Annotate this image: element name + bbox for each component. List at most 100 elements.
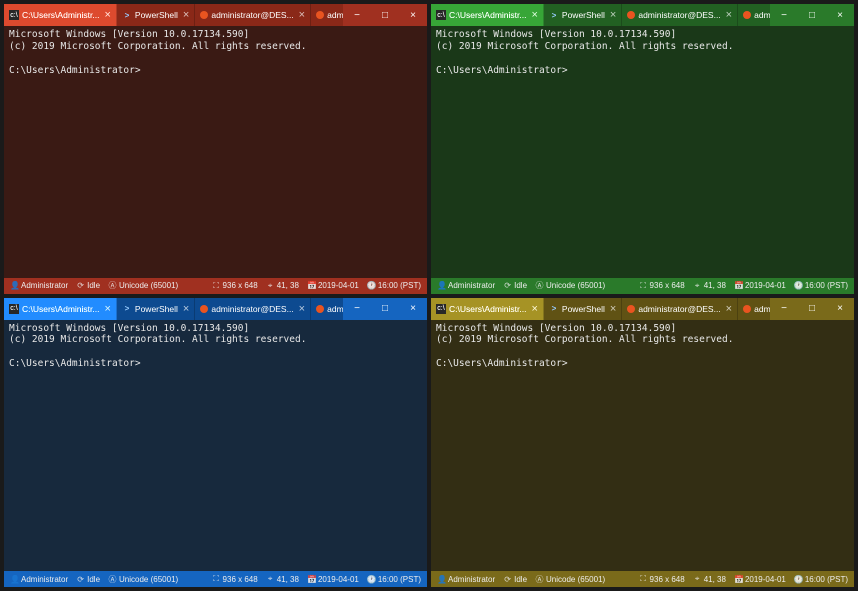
tab-label: administrator@DES... — [638, 304, 720, 314]
tab-powershell[interactable]: >PowerShell × — [544, 4, 622, 26]
tab-label: PowerShell — [135, 304, 178, 314]
close-tab-icon[interactable]: × — [726, 303, 732, 315]
status-time: 🕐16:00 (PST) — [794, 281, 848, 291]
minimize-button[interactable]: − — [770, 303, 798, 314]
terminal-window-blue: c:\C:\Users\Administr...× >PowerShell× a… — [4, 298, 427, 588]
activity-icon: ⟳ — [503, 575, 512, 584]
titlebar[interactable]: c:\C:\Users\Administr...× >PowerShell× a… — [431, 298, 854, 320]
status-time: 🕐16:00 (PST) — [794, 574, 848, 584]
minimize-button[interactable]: − — [343, 10, 371, 21]
close-tab-icon[interactable]: × — [726, 9, 732, 21]
user-icon: 👤 — [10, 281, 19, 290]
close-tab-icon[interactable]: × — [183, 9, 189, 21]
close-tab-icon[interactable]: × — [531, 9, 537, 21]
maximize-button[interactable]: □ — [371, 10, 399, 21]
calendar-icon: 📅 — [734, 575, 743, 584]
tab-powershell[interactable]: >PowerShell× — [544, 298, 622, 320]
calendar-icon: 📅 — [307, 281, 316, 290]
terminal-line: (c) 2019 Microsoft Corporation. All righ… — [436, 334, 849, 346]
status-activity: ⟳Idle — [76, 281, 100, 290]
powershell-icon: > — [122, 10, 132, 20]
ubuntu-icon — [316, 305, 324, 313]
tab-ubuntu-1[interactable]: administrator@DES... × — [195, 298, 311, 320]
tab-powershell[interactable]: >PowerShell× — [117, 298, 195, 320]
size-icon: ⛶ — [639, 574, 648, 584]
close-tab-icon[interactable]: × — [104, 9, 110, 21]
powershell-icon: > — [549, 10, 559, 20]
tab-label: C:\Users\Administr... — [22, 10, 99, 20]
tab-label: administrator@DES... — [754, 304, 770, 314]
terminal-line — [9, 53, 422, 65]
ubuntu-icon — [627, 11, 635, 19]
ubuntu-icon — [200, 11, 208, 19]
tab-label: C:\Users\Administr... — [22, 304, 99, 314]
powershell-icon: > — [549, 304, 559, 314]
tab-label: C:\Users\Administr... — [449, 10, 526, 20]
terminal-line: (c) 2019 Microsoft Corporation. All righ… — [9, 41, 422, 53]
terminal-body[interactable]: Microsoft Windows [Version 10.0.17134.59… — [431, 320, 854, 572]
close-tab-icon[interactable]: × — [610, 9, 616, 21]
tab-ubuntu-2[interactable]: administrator@DES...× — [311, 4, 343, 26]
minimize-button[interactable]: − — [343, 303, 371, 314]
tab-label: administrator@DES... — [754, 10, 770, 20]
tab-ubuntu-2[interactable]: administrator@DES...× — [738, 298, 770, 320]
close-window-button[interactable]: × — [826, 10, 854, 21]
encoding-icon: Ⓐ — [108, 574, 117, 585]
close-tab-icon[interactable]: × — [104, 303, 110, 315]
terminal-window-red: c:\C:\Users\Administr...× >PowerShell× a… — [4, 4, 427, 294]
tab-ubuntu-1[interactable]: administrator@DES... × — [195, 4, 311, 26]
terminal-prompt: C:\Users\Administrator> — [436, 358, 849, 370]
tab-ubuntu-2[interactable]: administrator@DES...× — [311, 298, 343, 320]
close-tab-icon[interactable]: × — [531, 303, 537, 315]
terminal-body[interactable]: Microsoft Windows [Version 10.0.17134.59… — [4, 320, 427, 572]
terminal-line: Microsoft Windows [Version 10.0.17134.59… — [9, 323, 422, 335]
status-date: 📅2019-04-01 — [734, 281, 786, 291]
close-tab-icon[interactable]: × — [299, 303, 305, 315]
tab-cmd[interactable]: c:\C:\Users\Administr...× — [431, 4, 544, 26]
close-window-button[interactable]: × — [826, 303, 854, 314]
tab-ubuntu-1[interactable]: administrator@DES...× — [622, 4, 738, 26]
clock-icon: 🕐 — [367, 281, 376, 290]
window-controls: − □ × — [343, 303, 427, 314]
tab-label: administrator@DES... — [211, 10, 293, 20]
minimize-button[interactable]: − — [770, 10, 798, 21]
close-window-button[interactable]: × — [399, 303, 427, 314]
status-date: 📅2019-04-01 — [307, 574, 359, 584]
tab-cmd[interactable]: c:\C:\Users\Administr...× — [4, 4, 117, 26]
tab-ubuntu-1[interactable]: administrator@DES... × — [622, 298, 738, 320]
tab-powershell[interactable]: >PowerShell× — [117, 4, 195, 26]
titlebar[interactable]: c:\C:\Users\Administr...× >PowerShell× a… — [4, 4, 427, 26]
ubuntu-icon — [743, 305, 751, 313]
status-size: ⛶936 x 648 — [639, 281, 685, 291]
close-window-button[interactable]: × — [399, 10, 427, 21]
tab-strip: c:\C:\Users\Administr...× >PowerShell× a… — [431, 4, 770, 26]
status-size: ⛶936 x 648 — [639, 574, 685, 584]
maximize-button[interactable]: □ — [798, 303, 826, 314]
terminal-body[interactable]: Microsoft Windows [Version 10.0.17134.59… — [431, 26, 854, 278]
status-user: 👤Administrator — [10, 281, 68, 290]
close-tab-icon[interactable]: × — [610, 303, 616, 315]
status-activity: ⟳Idle — [503, 281, 527, 290]
titlebar[interactable]: c:\C:\Users\Administr...× >PowerShell× a… — [431, 4, 854, 26]
size-icon: ⛶ — [212, 574, 221, 584]
terminal-body[interactable]: Microsoft Windows [Version 10.0.17134.59… — [4, 26, 427, 278]
encoding-icon: Ⓐ — [108, 280, 117, 291]
user-icon: 👤 — [437, 575, 446, 584]
tab-label: administrator@DES... — [211, 304, 293, 314]
maximize-button[interactable]: □ — [798, 10, 826, 21]
tab-ubuntu-2[interactable]: administrator@DES...× — [738, 4, 770, 26]
tab-label: administrator@DES... — [327, 10, 343, 20]
status-size: ⛶936 x 648 — [212, 281, 258, 291]
tab-cmd[interactable]: c:\C:\Users\Administr...× — [431, 298, 544, 320]
cmd-icon: c:\ — [436, 304, 446, 314]
tab-label: PowerShell — [562, 10, 605, 20]
close-tab-icon[interactable]: × — [299, 9, 305, 21]
terminal-line: Microsoft Windows [Version 10.0.17134.59… — [9, 29, 422, 41]
titlebar[interactable]: c:\C:\Users\Administr...× >PowerShell× a… — [4, 298, 427, 320]
maximize-button[interactable]: □ — [371, 303, 399, 314]
cursor-icon: ⌖ — [693, 281, 702, 291]
close-tab-icon[interactable]: × — [183, 303, 189, 315]
status-time: 🕐16:00 (PST) — [367, 281, 421, 291]
tab-cmd[interactable]: c:\C:\Users\Administr...× — [4, 298, 117, 320]
terminal-line — [436, 53, 849, 65]
